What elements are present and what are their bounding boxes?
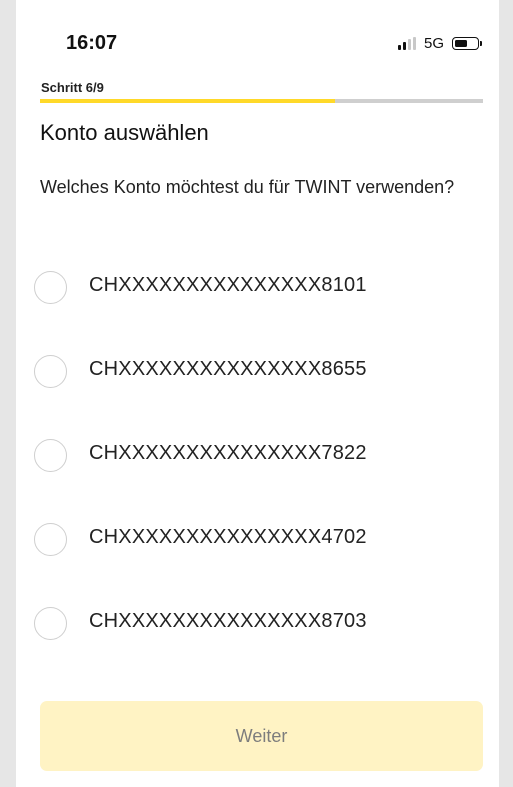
page-title: Konto auswählen (40, 120, 209, 145)
account-number: CHXXXXXXXXXXXXXXX8655 (89, 358, 367, 380)
radio-button[interactable] (34, 439, 67, 472)
account-list: CHXXXXXXXXXXXXXXX8101 CHXXXXXXXXXXXXXXX8… (34, 259, 474, 679)
battery-icon (452, 37, 482, 50)
radio-button[interactable] (34, 355, 67, 388)
radio-button[interactable] (34, 607, 67, 640)
status-time: 16:07 (66, 32, 118, 54)
account-option[interactable]: CHXXXXXXXXXXXXXXX8655 (34, 343, 474, 427)
progress-bar (40, 99, 483, 103)
account-number: CHXXXXXXXXXXXXXXX8703 (89, 610, 367, 632)
question-text: Welches Konto möchtest du für TWINT verw… (40, 177, 455, 197)
radio-button[interactable] (34, 523, 67, 556)
status-indicators: 5G (397, 35, 482, 52)
account-number: CHXXXXXXXXXXXXXXX8101 (89, 274, 367, 296)
account-option[interactable]: CHXXXXXXXXXXXXXXX8101 (34, 259, 474, 343)
account-option[interactable]: CHXXXXXXXXXXXXXXX8703 (34, 595, 474, 679)
account-number: CHXXXXXXXXXXXXXXX7822 (89, 442, 367, 464)
step-indicator: Schritt 6/9 (41, 80, 104, 95)
radio-button[interactable] (34, 271, 67, 304)
account-option[interactable]: CHXXXXXXXXXXXXXXX4702 (34, 511, 474, 595)
account-number: CHXXXXXXXXXXXXXXX4702 (89, 526, 367, 548)
progress-fill (40, 99, 336, 103)
signal-icon (397, 37, 416, 50)
continue-button[interactable]: Weiter (40, 701, 483, 771)
network-type: 5G (423, 35, 444, 52)
account-option[interactable]: CHXXXXXXXXXXXXXXX7822 (34, 427, 474, 511)
screen: 16:07 5G Schritt 6/9 Konto auswählen Wel… (16, 0, 499, 787)
